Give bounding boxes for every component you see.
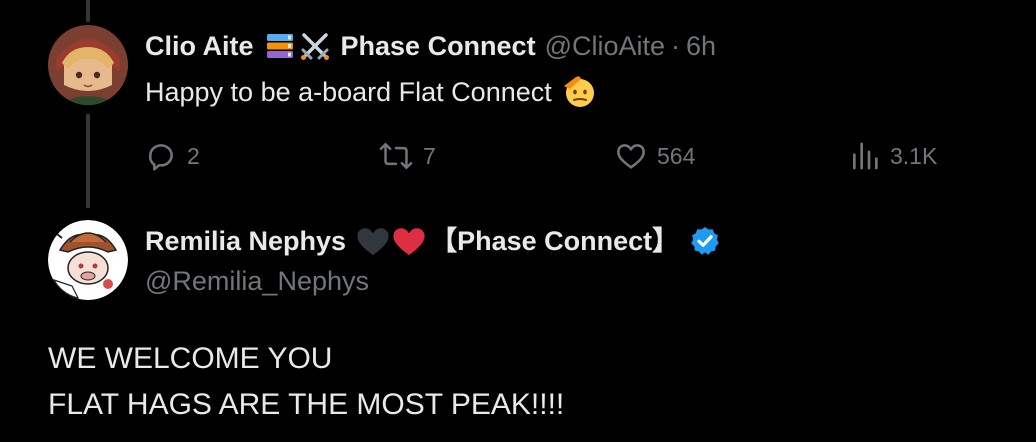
views-icon (850, 140, 880, 172)
reply-count: 2 (187, 142, 200, 169)
crossed-swords-emoji (299, 30, 331, 62)
like-button[interactable]: 564 (615, 138, 695, 174)
tweet1-text: Happy to be a-board Flat Connect (145, 74, 598, 110)
saluting-face-emoji (562, 74, 598, 110)
affiliation-label[interactable]: Phase Connect (341, 30, 536, 62)
retweet-count: 7 (423, 142, 436, 169)
books-emoji (264, 30, 296, 62)
tweet-body: Happy to be a-board Flat Connect (145, 77, 552, 107)
tweet-thread: Clio Aite Phase Connect @ClioAite · 6h H… (0, 0, 1036, 442)
views-button[interactable]: 3.1K (850, 138, 937, 174)
like-count: 564 (657, 142, 696, 169)
display-name[interactable]: Clio Aite (145, 30, 254, 62)
user-handle[interactable]: @ClioAite (545, 30, 665, 62)
views-count: 3.1K (890, 142, 938, 169)
verified-badge-icon[interactable] (689, 225, 721, 257)
retweet-icon (379, 140, 413, 172)
like-icon (615, 140, 647, 172)
black-heart-emoji (356, 225, 390, 257)
avatar-clio-aite[interactable] (48, 25, 128, 105)
retweet-button[interactable]: 7 (379, 138, 436, 174)
red-heart-emoji (392, 225, 426, 257)
affiliation-label[interactable]: 【Phase Connect】 (430, 225, 679, 257)
tweet1-actions: 2 7 564 3.1K (145, 138, 965, 174)
timestamp[interactable]: 6h (686, 30, 716, 62)
avatar-remilia-nephys[interactable] (48, 220, 128, 300)
display-name[interactable]: Remilia Nephys (145, 225, 346, 257)
tweet1-header: Clio Aite Phase Connect @ClioAite · 6h (145, 30, 716, 62)
reply-icon (145, 140, 177, 172)
thread-line-top (86, 0, 90, 22)
separator-dot: · (671, 31, 681, 61)
reply-button[interactable]: 2 (145, 138, 200, 174)
tweet2-text: WE WELCOME YOU FLAT HAGS ARE THE MOST PE… (48, 336, 564, 428)
tweet2-header: Remilia Nephys 【Phase Connect】 (145, 225, 721, 257)
thread-connector-line (86, 114, 90, 208)
tweet-line-1: WE WELCOME YOU (48, 342, 333, 375)
user-handle[interactable]: @Remilia_Nephys (145, 265, 369, 297)
tweet-line-2: FLAT HAGS ARE THE MOST PEAK!!!! (48, 388, 565, 421)
